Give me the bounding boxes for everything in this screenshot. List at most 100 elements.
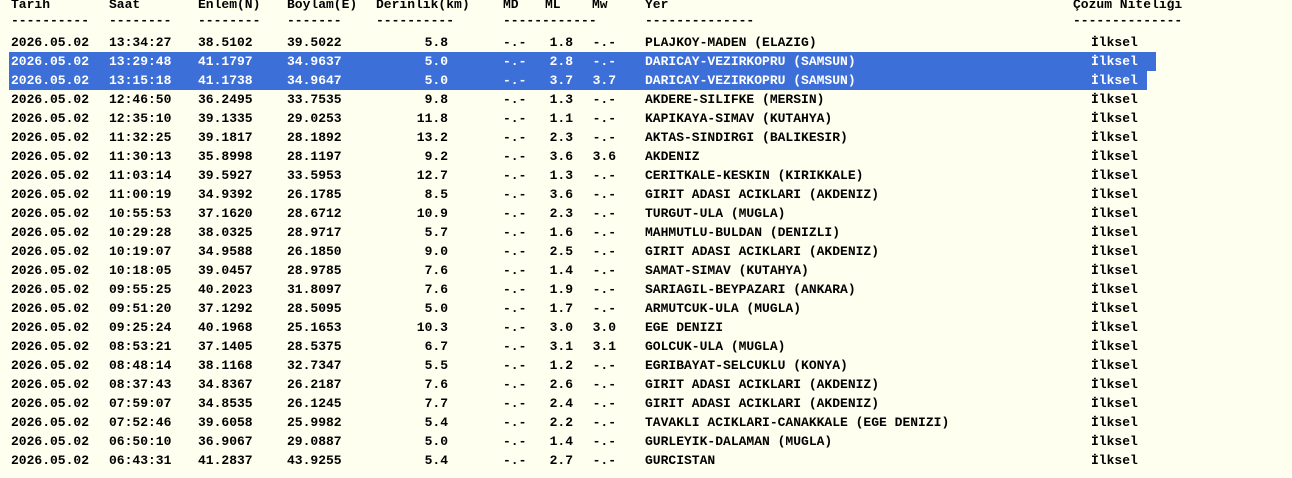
cell-mw: -.- (592, 54, 616, 69)
cell-md: -.- (503, 320, 527, 335)
cell-time: 09:25:24 (109, 320, 172, 335)
cell-quality: İlksel (1091, 377, 1138, 392)
cell-quality: İlksel (1091, 130, 1138, 145)
column-header-time: Saat (109, 0, 141, 12)
cell-longitude: 26.1850 (287, 244, 342, 259)
cell-ml: 1.2 (549, 358, 573, 373)
cell-date: 2026.05.02 (11, 111, 90, 126)
cell-ml: 3.6 (549, 187, 573, 202)
table-row[interactable]: 2026.05.02 07:52:46 39.6058 25.9982 5.4 -.- 2.… (0, 413, 1292, 432)
cell-date: 2026.05.02 (11, 168, 90, 183)
table-row[interactable]: 2026.05.02 13:34:27 38.5102 39.5022 5.8 -.- 1.… (0, 33, 1292, 52)
cell-mw: -.- (592, 130, 616, 145)
cell-mw: -.- (592, 358, 616, 373)
cell-depth: 10.9 (416, 206, 448, 221)
table-row[interactable]: 2026.05.02 12:35:10 39.1335 29.0253 11.8 -.- 1… (0, 109, 1292, 128)
cell-ml: 3.6 (549, 149, 573, 164)
table-row[interactable]: 2026.05.02 10:18:05 39.0457 28.9785 7.6 -.- 1.… (0, 261, 1292, 280)
cell-mw: -.- (592, 453, 616, 468)
cell-md: -.- (503, 206, 527, 221)
cell-longitude: 25.9982 (287, 415, 342, 430)
table-row[interactable]: 2026.05.02 13:29:48 41.1797 34.9637 5.0 -.- 2.… (0, 52, 1292, 71)
column-header-ml: ML (545, 0, 561, 12)
cell-depth: 9.8 (424, 92, 448, 107)
cell-longitude: 28.5375 (287, 339, 342, 354)
cell-time: 08:37:43 (109, 377, 172, 392)
cell-place: CERITKALE-KESKIN (KIRIKKALE) (645, 168, 864, 183)
table-row[interactable]: 2026.05.02 11:32:25 39.1817 28.1892 13.2 -.- 2… (0, 128, 1292, 147)
cell-place: AKTAS-SINDIRGI (BALIKESIR) (645, 130, 848, 145)
cell-quality: İlksel (1091, 225, 1138, 240)
cell-md: -.- (503, 434, 527, 449)
cell-quality: İlksel (1091, 168, 1138, 183)
table-row[interactable]: 2026.05.02 09:55:25 40.2023 31.8097 7.6 -.- 1.… (0, 280, 1292, 299)
cell-place: GIRIT ADASI ACIKLARI (AKDENIZ) (645, 244, 880, 259)
earthquake-rows: 2026.05.02 13:34:27 38.5102 39.5022 5.8 -.- 1.… (0, 33, 1292, 470)
cell-md: -.- (503, 35, 527, 50)
cell-latitude: 41.2837 (198, 453, 253, 468)
cell-md: -.- (503, 453, 527, 468)
cell-time: 07:52:46 (109, 415, 172, 430)
table-row[interactable]: 2026.05.02 09:51:20 37.1292 28.5095 5.0 -.- 1.… (0, 299, 1292, 318)
cell-mw: -.- (592, 187, 616, 202)
table-row[interactable]: 2026.05.02 08:48:14 38.1168 32.7347 5.5 -.- 1.… (0, 356, 1292, 375)
column-header-date: Tarih (11, 0, 51, 12)
cell-ml: 2.4 (549, 396, 573, 411)
cell-date: 2026.05.02 (11, 320, 90, 335)
column-header-place: Yer (645, 0, 669, 12)
cell-md: -.- (503, 339, 527, 354)
cell-longitude: 34.9637 (287, 54, 342, 69)
table-row[interactable]: 2026.05.02 08:53:21 37.1405 28.5375 6.7 -.- 3.… (0, 337, 1292, 356)
cell-ml: 1.4 (549, 263, 573, 278)
cell-quality: İlksel (1091, 35, 1138, 50)
table-row[interactable]: 2026.05.02 11:00:19 34.9392 26.1785 8.5 -.- 3.… (0, 185, 1292, 204)
table-row[interactable]: 2026.05.02 06:50:10 36.9067 29.0887 5.0 -.- 1.… (0, 432, 1292, 451)
cell-longitude: 26.1245 (287, 396, 342, 411)
table-row[interactable]: 2026.05.02 11:30:13 35.8998 28.1197 9.2 -.- 3.… (0, 147, 1292, 166)
cell-quality: İlksel (1091, 396, 1138, 411)
cell-depth: 7.7 (424, 396, 448, 411)
cell-depth: 6.7 (424, 339, 448, 354)
cell-depth: 5.4 (424, 415, 448, 430)
table-row[interactable]: 2026.05.02 06:43:31 41.2837 43.9255 5.4 -.- 2.… (0, 451, 1292, 470)
table-row[interactable]: 2026.05.02 10:19:07 34.9588 26.1850 9.0 -.- 2.… (0, 242, 1292, 261)
cell-ml: 1.3 (549, 168, 573, 183)
cell-latitude: 34.8367 (198, 377, 253, 392)
cell-time: 10:19:07 (109, 244, 172, 259)
column-header-md: MD (503, 0, 519, 12)
cell-time: 06:50:10 (109, 434, 172, 449)
cell-ml: 1.3 (549, 92, 573, 107)
cell-depth: 12.7 (416, 168, 448, 183)
cell-depth: 11.8 (416, 111, 448, 126)
cell-latitude: 41.1738 (198, 73, 253, 88)
table-row[interactable]: 2026.05.02 10:55:53 37.1620 28.6712 10.9 -.- 2… (0, 204, 1292, 223)
cell-place: PLAJKOY-MADEN (ELAZIG) (645, 35, 817, 50)
cell-md: -.- (503, 73, 527, 88)
cell-md: -.- (503, 282, 527, 297)
table-row[interactable]: 2026.05.02 08:37:43 34.8367 26.2187 7.6 -.- 2.… (0, 375, 1292, 394)
column-header-latitude: Enlem(N) (198, 0, 261, 12)
cell-quality: İlksel (1091, 301, 1138, 316)
cell-quality: İlksel (1091, 244, 1138, 259)
cell-date: 2026.05.02 (11, 396, 90, 411)
cell-ml: 1.4 (549, 434, 573, 449)
cell-ml: 3.7 (549, 73, 573, 88)
table-row[interactable]: 2026.05.02 09:25:24 40.1968 25.1653 10.3 -.- 3… (0, 318, 1292, 337)
cell-mw: -.- (592, 282, 616, 297)
table-row[interactable]: 2026.05.02 10:29:28 38.0325 28.9717 5.7 -.- 1.… (0, 223, 1292, 242)
table-row[interactable]: 2026.05.02 13:15:18 41.1738 34.9647 5.0 -.- 3.… (0, 71, 1292, 90)
cell-place: DARICAY-VEZIRKOPRU (SAMSUN) (645, 54, 856, 69)
table-row[interactable]: 2026.05.02 07:59:07 34.8535 26.1245 7.7 -.- 2.… (0, 394, 1292, 413)
table-row[interactable]: 2026.05.02 12:46:50 36.2495 33.7535 9.8 -.- 1.… (0, 90, 1292, 109)
cell-ml: 2.5 (549, 244, 573, 259)
cell-date: 2026.05.02 (11, 244, 90, 259)
cell-latitude: 34.8535 (198, 396, 253, 411)
cell-longitude: 28.9785 (287, 263, 342, 278)
cell-quality: İlksel (1091, 92, 1138, 107)
cell-depth: 5.0 (424, 54, 448, 69)
table-row[interactable]: 2026.05.02 11:03:14 39.5927 33.5953 12.7 -.- 1… (0, 166, 1292, 185)
cell-depth: 9.2 (424, 149, 448, 164)
cell-depth: 5.8 (424, 35, 448, 50)
cell-ml: 3.0 (549, 320, 573, 335)
cell-md: -.- (503, 187, 527, 202)
